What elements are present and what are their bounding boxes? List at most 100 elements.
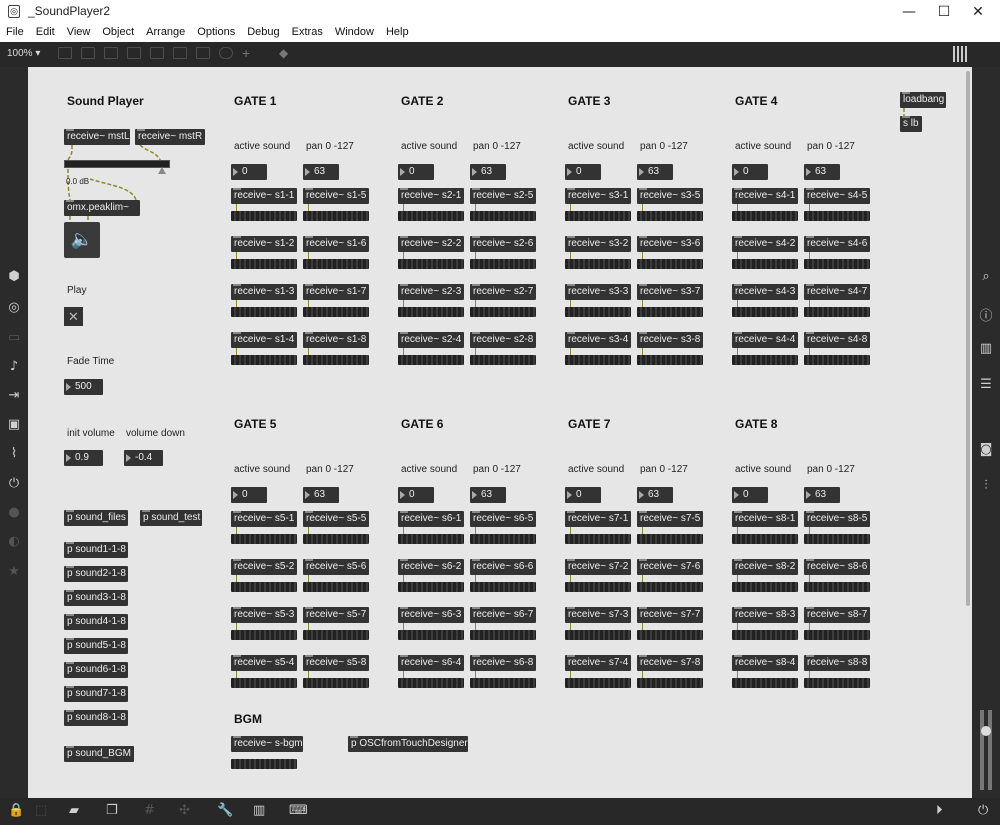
gate-7-pan-number[interactable]: 63 [637,487,673,503]
gate-6-active-sound-number[interactable]: 0 [398,487,434,503]
gate-6-receive-8[interactable]: receive~ s6-8 [470,655,536,671]
gate-4-receive-4[interactable]: receive~ s4-4 [732,332,798,348]
subpatch-sound3[interactable]: p sound3-1-8 [64,590,128,606]
gate-4-receive-6[interactable]: receive~ s4-6 [804,236,870,252]
gate-6-receive-1[interactable]: receive~ s6-1 [398,511,464,527]
menu-file[interactable]: File [0,24,30,42]
peaklim-object[interactable]: omx.peaklim~ [64,200,140,216]
new-object-icon[interactable] [58,47,72,59]
menu-debug[interactable]: Debug [241,24,285,42]
gate-2-active-sound-number[interactable]: 0 [398,164,434,180]
keyboard-grid-icon[interactable] [953,46,969,62]
paint-bucket-icon[interactable]: ◆ [279,47,293,59]
receive-bgm-object[interactable]: receive~ s-bgm [231,736,303,752]
power-icon[interactable]: ⏻ [978,803,988,818]
gate-1-receive-5[interactable]: receive~ s1-5 [303,188,369,204]
play-icon[interactable]: ⏵ [936,803,943,818]
gate-1-receive-3[interactable]: receive~ s1-3 [231,284,297,300]
patch-cord-icon[interactable]: ✣ [179,803,190,818]
gate-2-receive-4[interactable]: receive~ s2-4 [398,332,464,348]
gate-2-receive-3[interactable]: receive~ s2-3 [398,284,464,300]
gate-5-pan-number[interactable]: 63 [303,487,339,503]
gate-6-receive-3[interactable]: receive~ s6-3 [398,607,464,623]
gate-5-receive-8[interactable]: receive~ s5-8 [303,655,369,671]
list-icon[interactable]: ☰ [972,377,1000,392]
gate-3-receive-5[interactable]: receive~ s3-5 [637,188,703,204]
book-icon[interactable]: ▥ [972,341,1000,356]
gate-3-receive-2[interactable]: receive~ s3-2 [565,236,631,252]
menu-edit[interactable]: Edit [30,24,61,42]
menu-extras[interactable]: Extras [286,24,329,42]
subpatch-sound5[interactable]: p sound5-1-8 [64,638,128,654]
wrench-icon[interactable]: 🔧 [217,803,233,818]
gate-1-receive-6[interactable]: receive~ s1-6 [303,236,369,252]
patcher-canvas[interactable]: Sound Player receive~ mstL receive~ mstR… [28,67,964,798]
gain-slider[interactable] [64,160,170,168]
gate-6-pan-number[interactable]: 63 [470,487,506,503]
gate-4-receive-5[interactable]: receive~ s4-5 [804,188,870,204]
gate-2-receive-8[interactable]: receive~ s2-8 [470,332,536,348]
gate-1-receive-1[interactable]: receive~ s1-1 [231,188,297,204]
gate-5-receive-7[interactable]: receive~ s5-7 [303,607,369,623]
gate-8-receive-7[interactable]: receive~ s8-7 [804,607,870,623]
gate-5-receive-1[interactable]: receive~ s5-1 [231,511,297,527]
gate-3-receive-3[interactable]: receive~ s3-3 [565,284,631,300]
number-icon[interactable] [173,47,187,59]
windows-icon[interactable]: ❐ [106,803,118,818]
gate-2-receive-6[interactable]: receive~ s2-6 [470,236,536,252]
gate-8-receive-1[interactable]: receive~ s8-1 [732,511,798,527]
menu-object[interactable]: Object [96,24,140,42]
gate-3-pan-number[interactable]: 63 [637,164,673,180]
grid-icon[interactable]: # [144,803,155,818]
menu-options[interactable]: Options [191,24,241,42]
gate-5-receive-3[interactable]: receive~ s5-3 [231,607,297,623]
button-icon[interactable] [127,47,141,59]
minimize-button[interactable]: — [895,2,923,22]
gate-6-receive-6[interactable]: receive~ s6-6 [470,559,536,575]
gate-2-receive-7[interactable]: receive~ s2-7 [470,284,536,300]
play-toggle[interactable]: ✕ [64,307,83,326]
gate-7-receive-7[interactable]: receive~ s7-7 [637,607,703,623]
message-icon[interactable] [81,47,95,59]
gate-3-active-sound-number[interactable]: 0 [565,164,601,180]
keyboard-icon[interactable]: ▥ [253,803,265,818]
comment-icon[interactable]: ▰ [69,803,79,818]
gate-1-pan-number[interactable]: 63 [303,164,339,180]
gate-5-receive-5[interactable]: receive~ s5-5 [303,511,369,527]
speaker-icon[interactable]: 🔈 [64,222,100,258]
gate-3-receive-8[interactable]: receive~ s3-8 [637,332,703,348]
gate-7-receive-5[interactable]: receive~ s7-5 [637,511,703,527]
gate-4-receive-1[interactable]: receive~ s4-1 [732,188,798,204]
edit-mode-icon[interactable]: ⬚ [35,803,47,818]
gate-7-receive-8[interactable]: receive~ s7-8 [637,655,703,671]
subpatch-sound1[interactable]: p sound1-1-8 [64,542,128,558]
gate-2-receive-2[interactable]: receive~ s2-2 [398,236,464,252]
gate-5-receive-2[interactable]: receive~ s5-2 [231,559,297,575]
gate-8-active-sound-number[interactable]: 0 [732,487,768,503]
qwerty-icon[interactable]: ⌨ [289,803,308,818]
menu-window[interactable]: Window [329,24,380,42]
target-icon[interactable]: ◎ [0,300,28,315]
presentation-icon[interactable]: ▭ [0,330,28,345]
gate-7-receive-2[interactable]: receive~ s7-2 [565,559,631,575]
subpatch-sound4[interactable]: p sound4-1-8 [64,614,128,630]
camera-icon[interactable]: ◙ [972,442,1000,457]
subpatch-sound-test[interactable]: p sound_test [140,510,202,526]
star-icon[interactable]: ★ [0,564,28,579]
gate-4-pan-number[interactable]: 63 [804,164,840,180]
subpatch-sound2[interactable]: p sound2-1-8 [64,566,128,582]
menu-help[interactable]: Help [380,24,415,42]
gate-8-receive-4[interactable]: receive~ s8-4 [732,655,798,671]
gate-8-pan-number[interactable]: 63 [804,487,840,503]
subpatch-sound7[interactable]: p sound7-1-8 [64,686,128,702]
gate-8-receive-2[interactable]: receive~ s8-2 [732,559,798,575]
gate-2-pan-number[interactable]: 63 [470,164,506,180]
menu-view[interactable]: View [61,24,97,42]
gate-7-receive-6[interactable]: receive~ s7-6 [637,559,703,575]
gate-3-receive-6[interactable]: receive~ s3-6 [637,236,703,252]
maximize-button[interactable]: ☐ [930,2,958,22]
gate-6-receive-4[interactable]: receive~ s6-4 [398,655,464,671]
gate-7-active-sound-number[interactable]: 0 [565,487,601,503]
loadbang-object[interactable]: loadbang [900,92,946,108]
subpatch-sound-files[interactable]: p sound_files [64,510,128,526]
